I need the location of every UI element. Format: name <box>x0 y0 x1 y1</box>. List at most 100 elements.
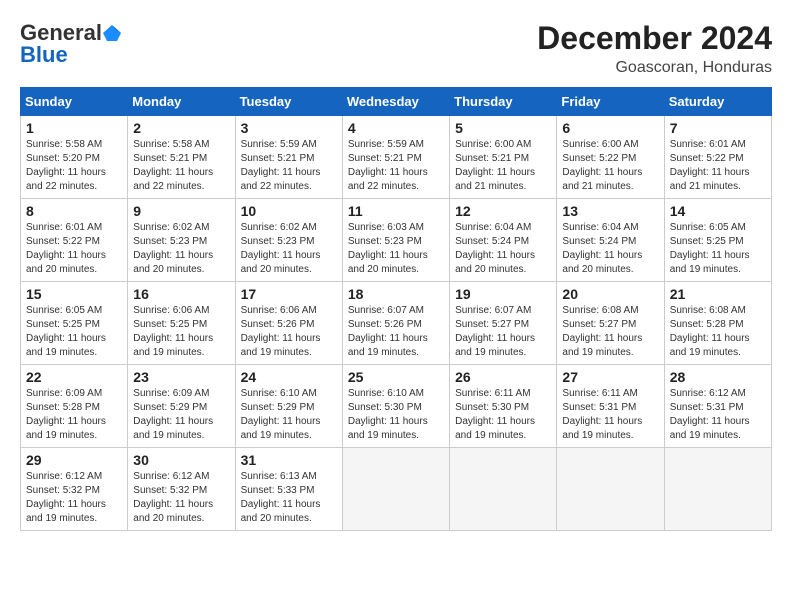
week-row-3: 15 Sunrise: 6:05 AM Sunset: 5:25 PM Dayli… <box>21 282 772 365</box>
page-header: General Blue December 2024 Goascoran, Ho… <box>20 20 772 77</box>
calendar-cell: 5 Sunrise: 6:00 AM Sunset: 5:21 PM Daylig… <box>450 116 557 199</box>
week-row-5: 29 Sunrise: 6:12 AM Sunset: 5:32 PM Dayli… <box>21 448 772 531</box>
day-number: 29 <box>26 452 122 468</box>
day-number: 2 <box>133 120 229 136</box>
calendar-cell: 25 Sunrise: 6:10 AM Sunset: 5:30 PM Dayli… <box>342 365 449 448</box>
calendar-cell: 16 Sunrise: 6:06 AM Sunset: 5:25 PM Dayli… <box>128 282 235 365</box>
day-info: Sunrise: 6:08 AM Sunset: 5:28 PM Dayligh… <box>670 304 766 360</box>
day-info: Sunrise: 6:08 AM Sunset: 5:27 PM Dayligh… <box>562 304 658 360</box>
day-number: 31 <box>241 452 337 468</box>
calendar-cell: 13 Sunrise: 6:04 AM Sunset: 5:24 PM Dayli… <box>557 199 664 282</box>
month-title: December 2024 <box>537 20 772 57</box>
day-info: Sunrise: 6:00 AM Sunset: 5:21 PM Dayligh… <box>455 138 551 194</box>
calendar-cell: 30 Sunrise: 6:12 AM Sunset: 5:32 PM Dayli… <box>128 448 235 531</box>
calendar-cell: 19 Sunrise: 6:07 AM Sunset: 5:27 PM Dayli… <box>450 282 557 365</box>
calendar-cell <box>450 448 557 531</box>
calendar-cell: 29 Sunrise: 6:12 AM Sunset: 5:32 PM Dayli… <box>21 448 128 531</box>
week-row-1: 1 Sunrise: 5:58 AM Sunset: 5:20 PM Daylig… <box>21 116 772 199</box>
day-number: 15 <box>26 286 122 302</box>
calendar-cell: 8Sunrise: 6:01 AM Sunset: 5:22 PM Daylig… <box>21 199 128 282</box>
calendar-cell: 24 Sunrise: 6:10 AM Sunset: 5:29 PM Dayli… <box>235 365 342 448</box>
weekday-header-thursday: Thursday <box>450 88 557 116</box>
calendar-table: SundayMondayTuesdayWednesdayThursdayFrid… <box>20 87 772 531</box>
day-info: Sunrise: 6:10 AM Sunset: 5:29 PM Dayligh… <box>241 387 337 443</box>
logo: General Blue <box>20 20 122 68</box>
calendar-cell: 15 Sunrise: 6:05 AM Sunset: 5:25 PM Dayli… <box>21 282 128 365</box>
day-info: Sunrise: 6:00 AM Sunset: 5:22 PM Dayligh… <box>562 138 658 194</box>
weekday-header-wednesday: Wednesday <box>342 88 449 116</box>
day-info: Sunrise: 6:12 AM Sunset: 5:32 PM Dayligh… <box>133 470 229 526</box>
weekday-header-sunday: Sunday <box>21 88 128 116</box>
weekday-header-friday: Friday <box>557 88 664 116</box>
calendar-cell: 2Sunrise: 5:58 AM Sunset: 5:21 PM Daylig… <box>128 116 235 199</box>
weekday-header-tuesday: Tuesday <box>235 88 342 116</box>
calendar-cell: 28Sunrise: 6:12 AM Sunset: 5:31 PM Dayli… <box>664 365 771 448</box>
day-info: Sunrise: 6:06 AM Sunset: 5:25 PM Dayligh… <box>133 304 229 360</box>
calendar-cell: 3 Sunrise: 5:59 AM Sunset: 5:21 PM Daylig… <box>235 116 342 199</box>
day-number: 9 <box>133 203 229 219</box>
day-info: Sunrise: 6:05 AM Sunset: 5:25 PM Dayligh… <box>26 304 122 360</box>
location: Goascoran, Honduras <box>537 59 772 77</box>
day-info: Sunrise: 6:05 AM Sunset: 5:25 PM Dayligh… <box>670 221 766 277</box>
day-info: Sunrise: 6:02 AM Sunset: 5:23 PM Dayligh… <box>133 221 229 277</box>
day-info: Sunrise: 5:58 AM Sunset: 5:20 PM Dayligh… <box>26 138 122 194</box>
week-row-4: 22 Sunrise: 6:09 AM Sunset: 5:28 PM Dayli… <box>21 365 772 448</box>
day-number: 18 <box>348 286 444 302</box>
calendar-cell: 7Sunrise: 6:01 AM Sunset: 5:22 PM Daylig… <box>664 116 771 199</box>
calendar-cell: 4Sunrise: 5:59 AM Sunset: 5:21 PM Daylig… <box>342 116 449 199</box>
day-info: Sunrise: 6:01 AM Sunset: 5:22 PM Dayligh… <box>670 138 766 194</box>
day-info: Sunrise: 5:59 AM Sunset: 5:21 PM Dayligh… <box>241 138 337 194</box>
day-number: 30 <box>133 452 229 468</box>
weekday-header-saturday: Saturday <box>664 88 771 116</box>
day-number: 16 <box>133 286 229 302</box>
day-info: Sunrise: 6:07 AM Sunset: 5:26 PM Dayligh… <box>348 304 444 360</box>
calendar-cell: 22 Sunrise: 6:09 AM Sunset: 5:28 PM Dayli… <box>21 365 128 448</box>
day-info: Sunrise: 6:04 AM Sunset: 5:24 PM Dayligh… <box>455 221 551 277</box>
calendar-cell <box>557 448 664 531</box>
day-info: Sunrise: 6:07 AM Sunset: 5:27 PM Dayligh… <box>455 304 551 360</box>
calendar-header-row: SundayMondayTuesdayWednesdayThursdayFrid… <box>21 88 772 116</box>
calendar-cell: 26Sunrise: 6:11 AM Sunset: 5:30 PM Dayli… <box>450 365 557 448</box>
day-info: Sunrise: 6:09 AM Sunset: 5:28 PM Dayligh… <box>26 387 122 443</box>
day-number: 13 <box>562 203 658 219</box>
calendar-cell: 9 Sunrise: 6:02 AM Sunset: 5:23 PM Daylig… <box>128 199 235 282</box>
day-number: 10 <box>241 203 337 219</box>
day-info: Sunrise: 6:10 AM Sunset: 5:30 PM Dayligh… <box>348 387 444 443</box>
day-number: 19 <box>455 286 551 302</box>
calendar-cell: 23Sunrise: 6:09 AM Sunset: 5:29 PM Dayli… <box>128 365 235 448</box>
day-info: Sunrise: 6:12 AM Sunset: 5:32 PM Dayligh… <box>26 470 122 526</box>
day-info: Sunrise: 6:13 AM Sunset: 5:33 PM Dayligh… <box>241 470 337 526</box>
day-info: Sunrise: 5:59 AM Sunset: 5:21 PM Dayligh… <box>348 138 444 194</box>
weekday-header-monday: Monday <box>128 88 235 116</box>
day-info: Sunrise: 6:06 AM Sunset: 5:26 PM Dayligh… <box>241 304 337 360</box>
day-number: 1 <box>26 120 122 136</box>
calendar-cell: 11Sunrise: 6:03 AM Sunset: 5:23 PM Dayli… <box>342 199 449 282</box>
day-number: 24 <box>241 369 337 385</box>
day-info: Sunrise: 6:04 AM Sunset: 5:24 PM Dayligh… <box>562 221 658 277</box>
day-number: 27 <box>562 369 658 385</box>
day-number: 6 <box>562 120 658 136</box>
calendar-cell: 17 Sunrise: 6:06 AM Sunset: 5:26 PM Dayli… <box>235 282 342 365</box>
day-number: 28 <box>670 369 766 385</box>
day-info: Sunrise: 6:01 AM Sunset: 5:22 PM Dayligh… <box>26 221 122 277</box>
day-number: 17 <box>241 286 337 302</box>
calendar-cell: 21 Sunrise: 6:08 AM Sunset: 5:28 PM Dayli… <box>664 282 771 365</box>
calendar-body: 1 Sunrise: 5:58 AM Sunset: 5:20 PM Daylig… <box>21 116 772 531</box>
calendar-cell: 20Sunrise: 6:08 AM Sunset: 5:27 PM Dayli… <box>557 282 664 365</box>
day-info: Sunrise: 6:11 AM Sunset: 5:31 PM Dayligh… <box>562 387 658 443</box>
day-number: 23 <box>133 369 229 385</box>
day-number: 11 <box>348 203 444 219</box>
day-number: 22 <box>26 369 122 385</box>
calendar-cell: 1 Sunrise: 5:58 AM Sunset: 5:20 PM Daylig… <box>21 116 128 199</box>
day-number: 3 <box>241 120 337 136</box>
calendar-cell: 27 Sunrise: 6:11 AM Sunset: 5:31 PM Dayli… <box>557 365 664 448</box>
day-number: 21 <box>670 286 766 302</box>
calendar-cell <box>664 448 771 531</box>
day-number: 25 <box>348 369 444 385</box>
calendar-cell: 12Sunrise: 6:04 AM Sunset: 5:24 PM Dayli… <box>450 199 557 282</box>
day-info: Sunrise: 6:02 AM Sunset: 5:23 PM Dayligh… <box>241 221 337 277</box>
day-info: Sunrise: 6:11 AM Sunset: 5:30 PM Dayligh… <box>455 387 551 443</box>
day-number: 5 <box>455 120 551 136</box>
week-row-2: 8Sunrise: 6:01 AM Sunset: 5:22 PM Daylig… <box>21 199 772 282</box>
logo-icon <box>103 24 121 42</box>
